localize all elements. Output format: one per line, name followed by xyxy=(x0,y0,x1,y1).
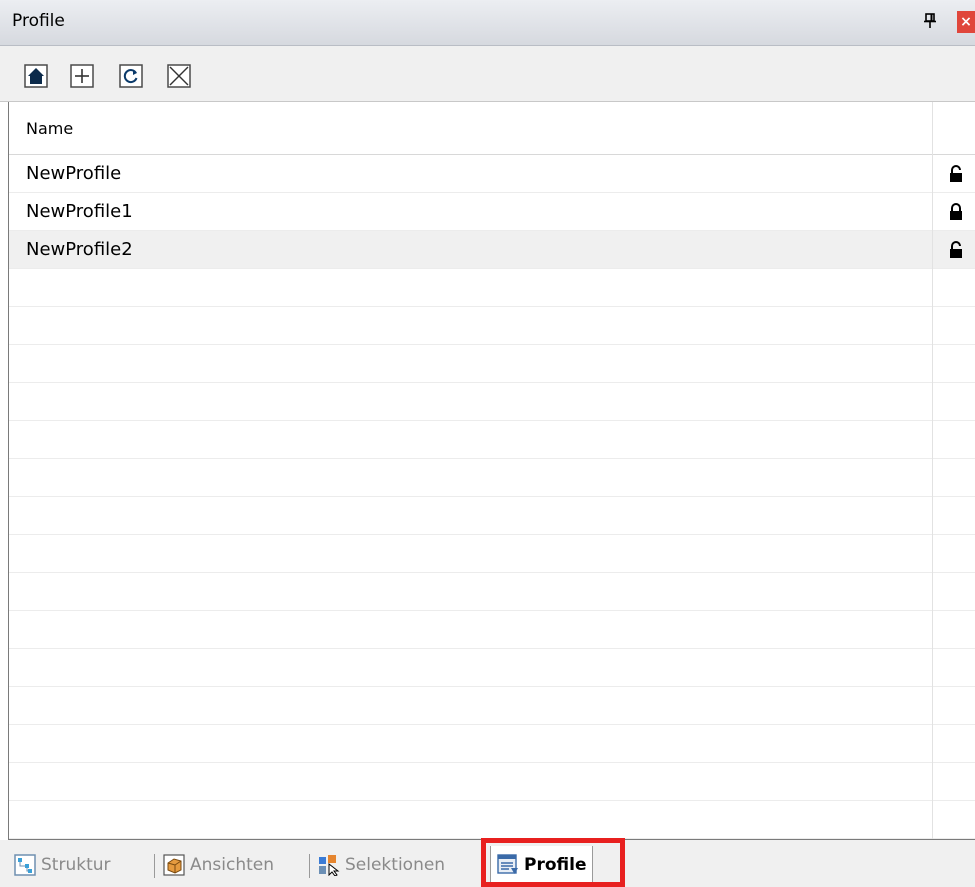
tab-separator xyxy=(154,854,155,878)
refresh-icon[interactable] xyxy=(119,64,143,88)
empty-row xyxy=(9,649,975,687)
empty-row xyxy=(9,573,975,611)
profile-name: NewProfile2 xyxy=(26,239,133,260)
empty-row xyxy=(9,687,975,725)
home-icon[interactable] xyxy=(24,64,48,88)
column-separator xyxy=(932,102,933,839)
column-header-name[interactable]: Name xyxy=(9,102,975,155)
unlock-icon[interactable] xyxy=(949,241,963,263)
empty-row xyxy=(9,383,975,421)
table-row[interactable]: NewProfile xyxy=(9,155,975,193)
tab-label: Selektionen xyxy=(345,855,446,875)
empty-row xyxy=(9,535,975,573)
tab-profile[interactable]: Profile xyxy=(490,846,594,884)
empty-row xyxy=(9,611,975,649)
tab-label: Profile xyxy=(524,855,587,875)
empty-row xyxy=(9,763,975,801)
delete-icon[interactable] xyxy=(167,64,191,88)
column-header-label: Name xyxy=(26,119,74,138)
selections-icon xyxy=(318,854,340,877)
tab-label: Struktur xyxy=(41,855,111,875)
add-icon[interactable] xyxy=(70,64,94,88)
panel-titlebar: Profile × xyxy=(0,0,975,46)
profile-icon xyxy=(497,854,519,876)
tab-selektionen[interactable]: Selektionen xyxy=(318,848,445,882)
tab-struktur[interactable]: Struktur xyxy=(14,848,111,882)
tab-separator xyxy=(309,854,310,878)
empty-row xyxy=(9,725,975,763)
close-icon[interactable]: × xyxy=(957,11,975,33)
profile-name: NewProfile1 xyxy=(26,201,133,222)
profile-grid: Name NewProfile NewProfile1 NewProfile2 xyxy=(8,102,975,840)
empty-row xyxy=(9,421,975,459)
lock-icon[interactable] xyxy=(949,203,963,225)
table-row[interactable]: NewProfile1 xyxy=(9,193,975,231)
toolbar xyxy=(0,46,975,102)
views-icon xyxy=(163,854,185,876)
empty-row xyxy=(9,459,975,497)
profile-name: NewProfile xyxy=(26,163,122,184)
table-row-selected[interactable]: NewProfile2 xyxy=(9,231,975,269)
empty-row xyxy=(9,801,975,839)
pin-icon[interactable] xyxy=(924,13,936,33)
empty-row xyxy=(9,345,975,383)
unlock-icon[interactable] xyxy=(949,165,963,187)
tab-ansichten[interactable]: Ansichten xyxy=(163,848,274,882)
empty-row xyxy=(9,497,975,535)
empty-row xyxy=(9,307,975,345)
tab-label: Ansichten xyxy=(190,855,275,875)
tab-bar: Struktur Ansichten Selektionen Profile xyxy=(0,840,975,887)
empty-row xyxy=(9,269,975,307)
panel-title: Profile xyxy=(12,11,65,31)
structure-icon xyxy=(14,854,36,876)
